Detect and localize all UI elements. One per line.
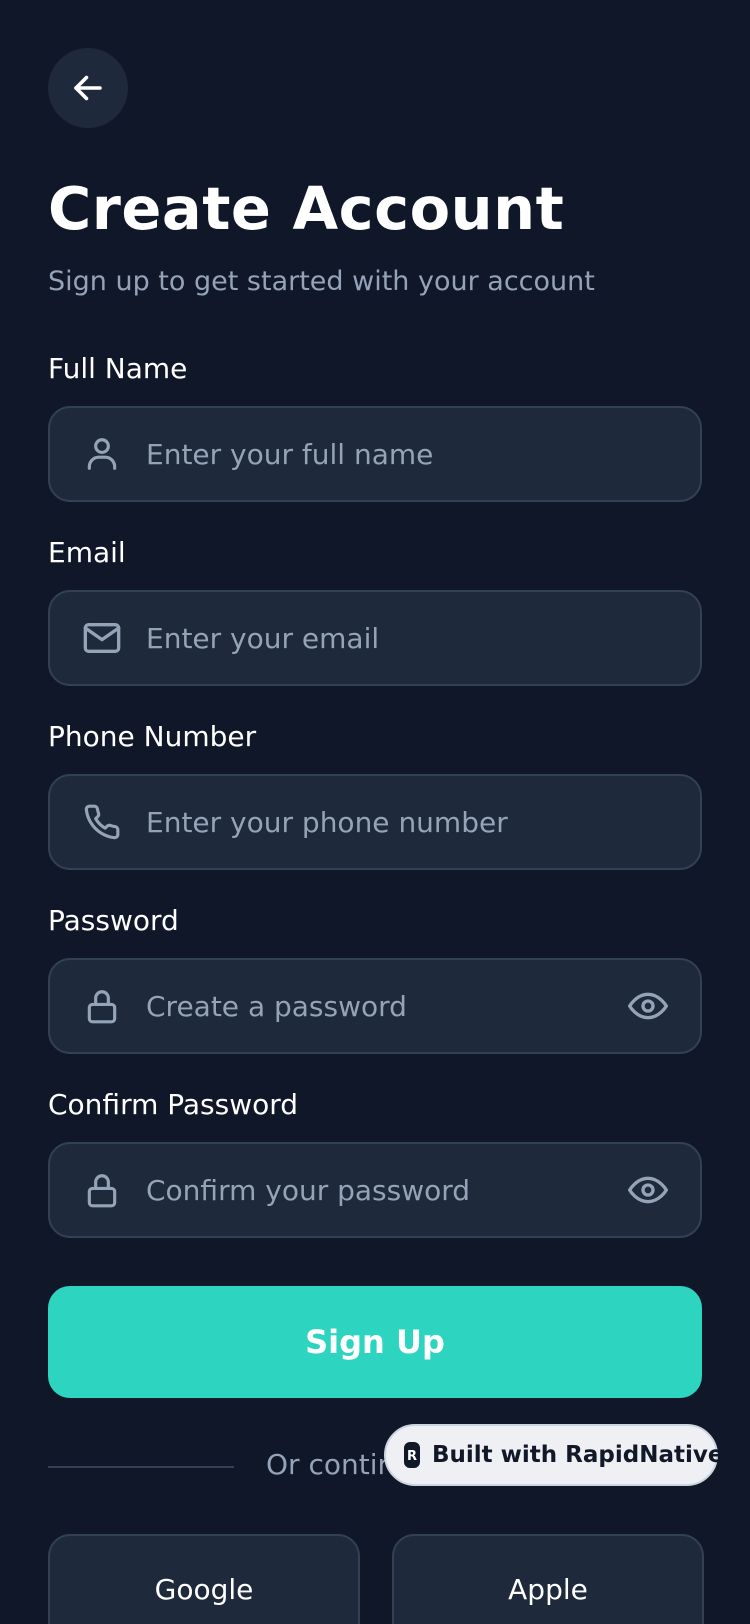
- lock-icon: [82, 986, 122, 1026]
- phone-input[interactable]: [146, 776, 586, 868]
- confirm-password-label: Confirm Password: [48, 1088, 299, 1121]
- svg-text:R: R: [407, 1449, 417, 1463]
- mail-icon: [82, 618, 122, 658]
- email-field-container: [48, 590, 702, 686]
- phone-field-container: [48, 774, 702, 870]
- back-button[interactable]: [48, 48, 128, 128]
- lock-icon: [82, 1170, 122, 1210]
- full-name-input[interactable]: [146, 408, 586, 500]
- full-name-label: Full Name: [48, 352, 188, 385]
- full-name-field-container: [48, 406, 702, 502]
- confirm-password-field-container: [48, 1142, 702, 1238]
- sign-up-button[interactable]: Sign Up: [48, 1286, 702, 1398]
- user-icon: [82, 434, 122, 474]
- signup-screen: Create Account Sign up to get started wi…: [0, 0, 750, 1624]
- divider-line-left: [48, 1466, 234, 1468]
- eye-icon[interactable]: [628, 1170, 668, 1210]
- badge-text: Built with RapidNative: [432, 1442, 724, 1468]
- page-title: Create Account: [48, 174, 565, 243]
- password-input[interactable]: [146, 960, 586, 1052]
- phone-icon: [82, 802, 122, 842]
- password-field-container: [48, 958, 702, 1054]
- arrow-left-icon: [74, 75, 102, 101]
- page-subtitle: Sign up to get started with your account: [48, 266, 595, 297]
- email-label: Email: [48, 536, 126, 569]
- phone-label: Phone Number: [48, 720, 257, 753]
- divider-text: Or contin: [266, 1448, 396, 1481]
- email-input[interactable]: [146, 592, 586, 684]
- eye-icon[interactable]: [628, 986, 668, 1026]
- built-with-badge[interactable]: R Built with RapidNative: [384, 1424, 723, 1486]
- rapidnative-logo-icon: R: [404, 1442, 420, 1468]
- apple-button[interactable]: Apple: [392, 1534, 704, 1624]
- password-label: Password: [48, 904, 179, 937]
- google-button[interactable]: Google: [48, 1534, 360, 1624]
- confirm-password-input[interactable]: [146, 1144, 586, 1236]
